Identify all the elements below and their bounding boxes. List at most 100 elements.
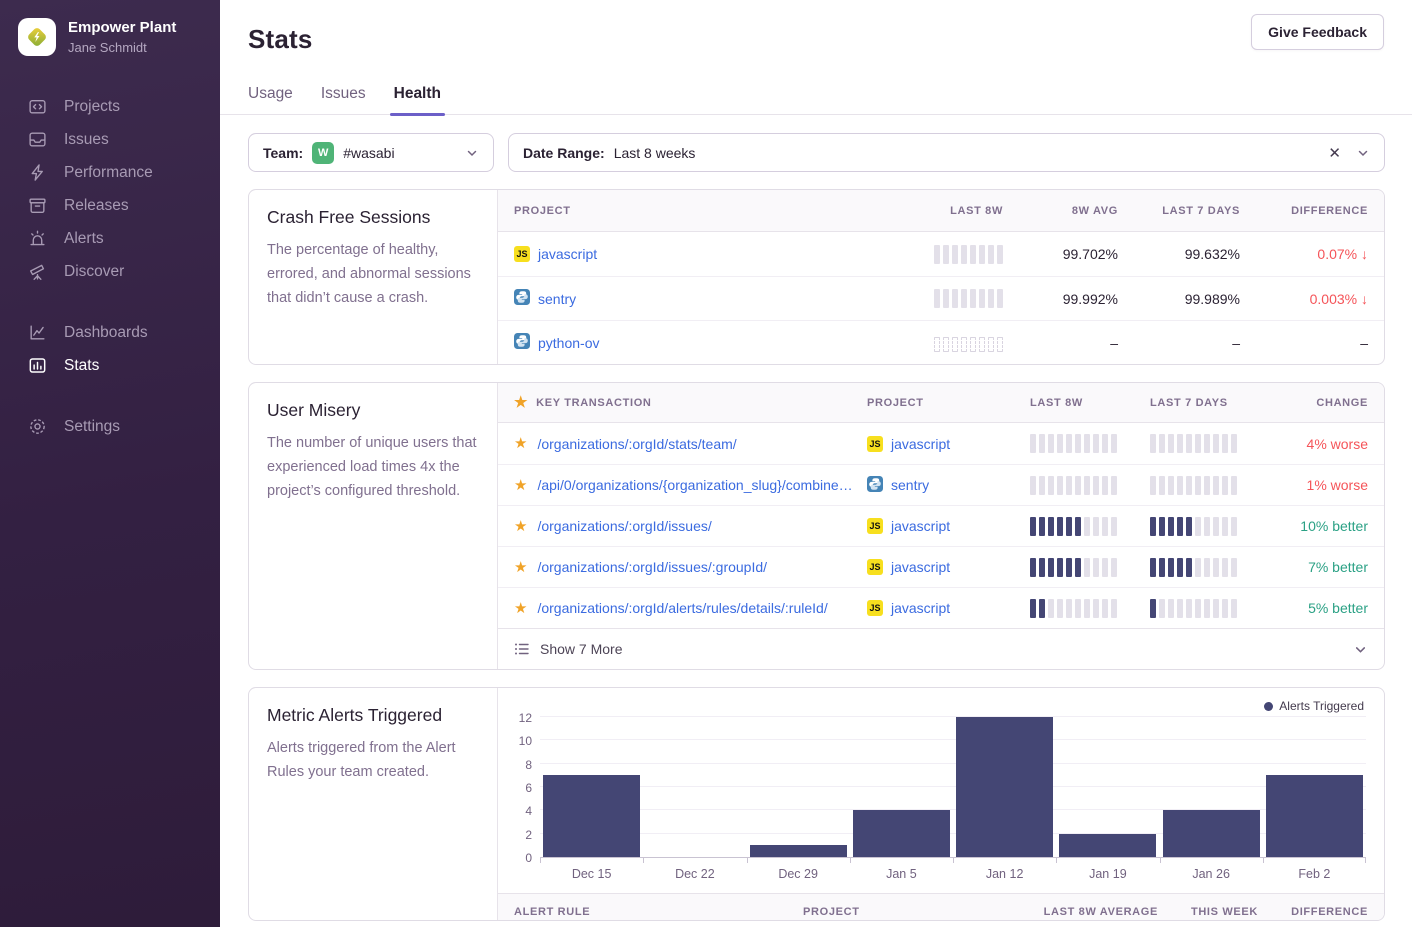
sidebar-item-releases[interactable]: Releases	[0, 189, 220, 222]
project-link[interactable]: sentry	[891, 477, 929, 493]
col-difference: DIFFERENCE	[1291, 906, 1368, 918]
crash-free-table: PROJECT LAST 8W 8W AVG LAST 7 DAYS DIFFE…	[498, 190, 1384, 364]
transaction-link[interactable]: /organizations/:orgId/issues/	[537, 518, 711, 534]
arrow-down-icon: ↓	[1361, 291, 1368, 307]
sidebar-item-label: Projects	[64, 98, 120, 116]
project-link[interactable]: javascript	[891, 518, 950, 534]
sidebar-item-alerts[interactable]: Alerts	[0, 222, 220, 255]
col-last-8w: LAST 8W	[1030, 397, 1150, 409]
sidebar-item-label: Settings	[64, 418, 120, 436]
releases-icon	[28, 196, 47, 215]
chart-bar	[540, 718, 643, 857]
project-link[interactable]: sentry	[538, 291, 576, 307]
col-last-7-days: LAST 7 DAYS	[1162, 205, 1240, 217]
chart-plot	[540, 718, 1366, 858]
x-tick-label: Dec 22	[643, 858, 746, 881]
star-icon[interactable]: ★	[514, 519, 527, 534]
metric-alerts-chart-area: Alerts Triggered 024681012 Dec 15Dec 22D…	[498, 688, 1384, 920]
sparkline-last-8w-empty	[934, 333, 1003, 352]
sidebar-item-settings[interactable]: Settings	[0, 410, 220, 443]
javascript-platform-icon: JS	[867, 436, 883, 452]
x-tick-label: Dec 15	[540, 858, 643, 881]
sidebar-item-projects[interactable]: Projects	[0, 90, 220, 123]
projects-icon	[28, 97, 47, 116]
metric-alerts-panel: Metric Alerts Triggered Alerts triggered…	[248, 687, 1385, 921]
panel-subtitle: The percentage of healthy, errored, and …	[267, 239, 479, 311]
sparkline-last-8w	[1030, 476, 1150, 495]
python-platform-icon	[514, 333, 530, 352]
star-icon[interactable]: ★	[514, 436, 527, 451]
project-link[interactable]: javascript	[891, 559, 950, 575]
user-misery-description: User Misery The number of unique users t…	[249, 383, 498, 669]
project-link[interactable]: javascript	[891, 600, 950, 616]
col-this-week: THIS WEEK	[1191, 906, 1258, 918]
col-last-7-days: LAST 7 DAYS	[1150, 397, 1268, 409]
tab-health[interactable]: Health	[394, 85, 441, 114]
transaction-link[interactable]: /organizations/:orgId/issues/:groupId/	[537, 559, 767, 575]
sidebar-item-label: Releases	[64, 197, 129, 215]
panel-title: User Misery	[267, 400, 479, 421]
sidebar: Empower Plant Jane Schmidt Projects Issu…	[0, 0, 220, 927]
filter-bar: Team: W #wasabi Date Range: Last 8 weeks…	[248, 133, 1385, 172]
sidebar-item-dashboards[interactable]: Dashboards	[0, 316, 220, 349]
chart-bar	[1263, 718, 1366, 857]
chart-bar	[953, 718, 1056, 857]
sidebar-item-discover[interactable]: Discover	[0, 255, 220, 288]
x-tick-label: Jan 5	[850, 858, 953, 881]
star-icon[interactable]: ★	[514, 560, 527, 575]
tab-usage[interactable]: Usage	[248, 85, 293, 114]
col-last-8w: LAST 8W	[950, 205, 1003, 217]
sidebar-item-stats[interactable]: Stats	[0, 349, 220, 382]
transaction-link[interactable]: /organizations/:orgId/alerts/rules/detai…	[537, 600, 827, 616]
chart-bar	[850, 718, 953, 857]
sidebar-item-label: Discover	[64, 263, 124, 281]
give-feedback-button[interactable]: Give Feedback	[1251, 14, 1384, 50]
date-range-label: Date Range:	[523, 145, 605, 161]
performance-icon	[28, 163, 47, 182]
panel-title: Crash Free Sessions	[267, 207, 479, 228]
avg-value: 99.992%	[1063, 291, 1118, 307]
sidebar-item-label: Issues	[64, 131, 109, 149]
panel-title: Metric Alerts Triggered	[267, 705, 479, 726]
col-project: PROJECT	[803, 906, 1008, 918]
user-misery-panel: User Misery The number of unique users t…	[248, 382, 1385, 670]
sidebar-item-issues[interactable]: Issues	[0, 123, 220, 156]
org-switcher[interactable]: Empower Plant Jane Schmidt	[0, 0, 220, 72]
sidebar-item-label: Alerts	[64, 230, 104, 248]
nav-group-settings: Settings	[0, 410, 220, 443]
team-select[interactable]: Team: W #wasabi	[248, 133, 494, 172]
chevron-down-icon	[1353, 642, 1368, 657]
difference-value: –	[1360, 335, 1368, 351]
project-link[interactable]: javascript	[891, 436, 950, 452]
chart-bar	[643, 718, 746, 857]
chevron-down-icon	[465, 146, 479, 160]
sidebar-item-performance[interactable]: Performance	[0, 156, 220, 189]
x-tick-label: Jan 19	[1056, 858, 1159, 881]
project-link[interactable]: javascript	[538, 246, 597, 262]
clear-date-icon[interactable]: ✕	[1328, 144, 1341, 162]
last7-value: 99.632%	[1185, 246, 1240, 262]
transaction-link[interactable]: /api/0/organizations/{organization_slug}…	[537, 477, 852, 493]
change-value: 5% better	[1308, 600, 1368, 616]
dashboards-icon	[28, 323, 47, 342]
date-range-value: Last 8 weeks	[614, 145, 696, 161]
table-row: ★/organizations/:orgId/issues/:groupId/ …	[498, 546, 1384, 587]
sparkline-last-7-days	[1150, 517, 1268, 536]
star-icon[interactable]: ★	[514, 601, 527, 616]
show-more-button[interactable]: Show 7 More	[498, 628, 1384, 669]
discover-icon	[28, 262, 47, 281]
date-range-select[interactable]: Date Range: Last 8 weeks ✕	[508, 133, 1385, 172]
arrow-down-icon: ↓	[1361, 246, 1368, 262]
legend-dot-icon	[1264, 702, 1273, 711]
main-content: Stats Give Feedback Usage Issues Health …	[220, 0, 1412, 927]
difference-value: 0.07%	[1317, 246, 1357, 262]
project-link[interactable]: python-ov	[538, 335, 599, 351]
star-icon[interactable]: ★	[514, 478, 527, 493]
tab-issues[interactable]: Issues	[321, 85, 366, 114]
star-icon: ★	[514, 395, 528, 410]
table-header: ★KEY TRANSACTION PROJECT LAST 8W LAST 7 …	[498, 383, 1384, 423]
tab-bar: Usage Issues Health	[220, 85, 1412, 115]
x-tick-label: Jan 12	[953, 858, 1056, 881]
transaction-link[interactable]: /organizations/:orgId/stats/team/	[537, 436, 736, 452]
col-project: PROJECT	[514, 205, 868, 217]
